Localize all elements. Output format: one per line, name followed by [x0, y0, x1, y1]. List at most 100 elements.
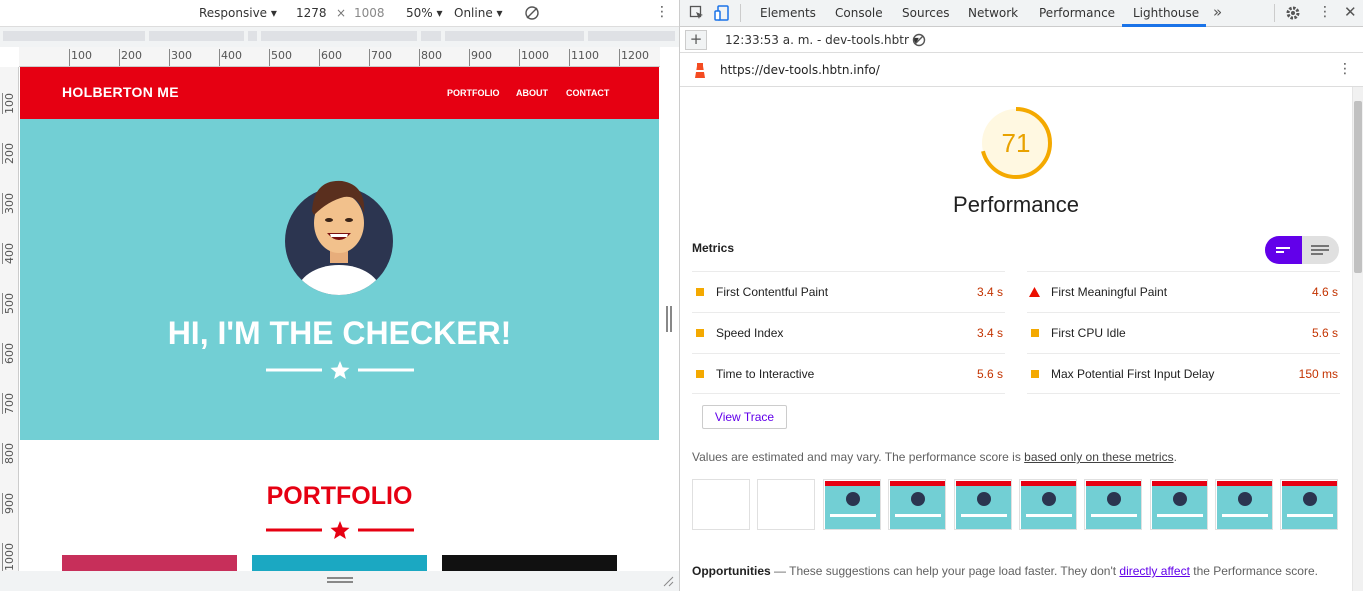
- ruler-tick-label: 700: [369, 49, 392, 66]
- close-icon[interactable]: ✕: [1344, 3, 1357, 21]
- nav-about[interactable]: ABOUT: [516, 88, 548, 98]
- dimension-separator: ×: [336, 6, 347, 20]
- zoom-select[interactable]: 50% ▾: [406, 6, 443, 20]
- resize-handle-bottom[interactable]: [327, 577, 353, 583]
- settings-gear-icon[interactable]: [1285, 5, 1301, 24]
- lighthouse-toolbar: + 12:33:53 a. m. - dev-tools.hbtr ▾: [680, 27, 1363, 53]
- portfolio-card[interactable]: [62, 555, 237, 571]
- metric-value: 5.6 s: [976, 367, 1003, 381]
- star-icon: [330, 361, 350, 379]
- expanded-list-icon[interactable]: [1311, 244, 1329, 256]
- metrics-view-toggle[interactable]: [1265, 236, 1339, 264]
- inspect-icon[interactable]: [689, 5, 705, 24]
- opportunities-end: the Performance score.: [1189, 564, 1318, 578]
- filmstrip-frame-empty: [757, 479, 815, 530]
- metric-row: First Meaningful Paint 4.6 s: [1027, 271, 1340, 312]
- more-tabs-icon[interactable]: »: [1213, 3, 1222, 21]
- more-options-icon[interactable]: ⋮: [655, 4, 669, 20]
- media-query-segment[interactable]: [3, 31, 145, 41]
- device-viewport: HOLBERTON ME PORTFOLIO ABOUT CONTACT HI,…: [20, 67, 659, 571]
- score-value: 71: [1002, 128, 1031, 158]
- average-square-icon: [696, 329, 704, 337]
- ruler-tick-label: 600: [2, 343, 16, 364]
- report-scrollbar[interactable]: [1352, 87, 1363, 591]
- metric-label: First Contentful Paint: [716, 285, 829, 299]
- report-url-bar: https://dev-tools.hbtn.info/ ⋮: [680, 53, 1363, 87]
- media-query-segment[interactable]: [261, 31, 417, 41]
- report-select[interactable]: 12:33:53 a. m. - dev-tools.hbtr ▾: [725, 33, 919, 47]
- chevron-down-icon: ▾: [436, 6, 443, 20]
- device-toggle-icon[interactable]: [714, 5, 730, 24]
- device-toolbar: Responsive ▾ 1278 × 1008 50% ▾ Online ▾ …: [0, 0, 680, 27]
- portfolio-card[interactable]: [442, 555, 617, 571]
- ruler-tick-label: 400: [2, 243, 16, 264]
- device-select[interactable]: Responsive ▾: [199, 6, 277, 20]
- nav-contact[interactable]: CONTACT: [566, 88, 609, 98]
- ruler-tick-label: 700: [2, 393, 16, 414]
- view-trace-button[interactable]: View Trace: [702, 405, 787, 429]
- tab-performance[interactable]: Performance: [1039, 6, 1115, 20]
- portfolio-title: PORTFOLIO: [266, 482, 413, 510]
- chevron-down-icon: ▾: [496, 6, 503, 20]
- metric-label: First Meaningful Paint: [1051, 285, 1168, 299]
- opportunities-text: These suggestions can help your page loa…: [789, 564, 1120, 578]
- site-brand[interactable]: HOLBERTON ME: [62, 84, 179, 100]
- tab-network[interactable]: Network: [968, 6, 1018, 20]
- new-report-plus-icon[interactable]: +: [685, 30, 707, 50]
- toggle-compact-view[interactable]: [1265, 236, 1302, 264]
- media-query-segment[interactable]: [248, 31, 257, 41]
- ruler-tick-label: 900: [2, 493, 16, 514]
- metric-label: First CPU Idle: [1051, 326, 1126, 340]
- ruler-tick-label: 900: [469, 49, 492, 66]
- filmstrip-frame: [1215, 479, 1273, 530]
- tab-console[interactable]: Console: [835, 6, 883, 20]
- filmstrip-frame: [1150, 479, 1208, 530]
- ruler-tick-label: 100: [2, 93, 16, 114]
- media-query-segment[interactable]: [149, 31, 244, 41]
- estimate-note: Values are estimated and may vary. The p…: [692, 450, 1177, 464]
- opportunities-header: Opportunities — These suggestions can he…: [692, 564, 1318, 578]
- tab-sources[interactable]: Sources: [902, 6, 949, 20]
- report-url[interactable]: https://dev-tools.hbtn.info/: [720, 63, 880, 77]
- rotate-icon[interactable]: [524, 5, 540, 24]
- metric-value: 5.6 s: [1311, 326, 1338, 340]
- ruler-tick-label: 1000: [519, 49, 549, 66]
- height-input[interactable]: 1008: [352, 4, 392, 22]
- clear-reports-icon[interactable]: [912, 33, 926, 50]
- ruler-tick-label: 500: [2, 293, 16, 314]
- media-query-segment[interactable]: [445, 31, 584, 41]
- estimate-note-end: .: [1173, 450, 1177, 464]
- filmstrip-frame: [888, 479, 946, 530]
- portfolio-card[interactable]: [252, 555, 427, 571]
- category-title: Performance: [953, 192, 1079, 217]
- nav-portfolio[interactable]: PORTFOLIO: [447, 88, 500, 98]
- opportunities-title: Opportunities: [692, 564, 771, 578]
- resize-handle-right[interactable]: [666, 306, 672, 332]
- ruler-tick-label: 800: [2, 443, 16, 464]
- report-menu-icon[interactable]: ⋮: [1338, 61, 1352, 77]
- average-square-icon: [696, 370, 704, 378]
- device-select-label: Responsive: [199, 6, 268, 20]
- star-divider-red: [266, 521, 414, 539]
- metric-label: Speed Index: [716, 326, 784, 340]
- metric-row: Time to Interactive 5.6 s: [692, 353, 1005, 394]
- filmstrip-frame-empty: [692, 479, 750, 530]
- media-query-segment[interactable]: [421, 31, 441, 41]
- ruler-tick-label: 800: [419, 49, 442, 66]
- ruler-tick-label: 400: [219, 49, 242, 66]
- media-query-bar[interactable]: [0, 27, 680, 47]
- resize-corner-icon[interactable]: [662, 575, 674, 587]
- tab-separator: [1274, 4, 1275, 22]
- ruler-tick-label: 300: [169, 49, 192, 66]
- ruler-tick-label: 1100: [569, 49, 599, 66]
- tab-lighthouse[interactable]: Lighthouse: [1133, 6, 1199, 20]
- directly-affect-link[interactable]: directly affect: [1119, 564, 1189, 578]
- media-query-segment[interactable]: [588, 31, 675, 41]
- ruler-tick-label: 500: [269, 49, 292, 66]
- width-input[interactable]: 1278: [292, 4, 330, 22]
- network-select[interactable]: Online ▾: [454, 6, 503, 20]
- devtools-menu-icon[interactable]: ⋮: [1318, 4, 1332, 20]
- scrollbar-thumb[interactable]: [1354, 101, 1362, 273]
- tab-elements[interactable]: Elements: [760, 6, 816, 20]
- metrics-link[interactable]: based only on these metrics: [1024, 450, 1173, 464]
